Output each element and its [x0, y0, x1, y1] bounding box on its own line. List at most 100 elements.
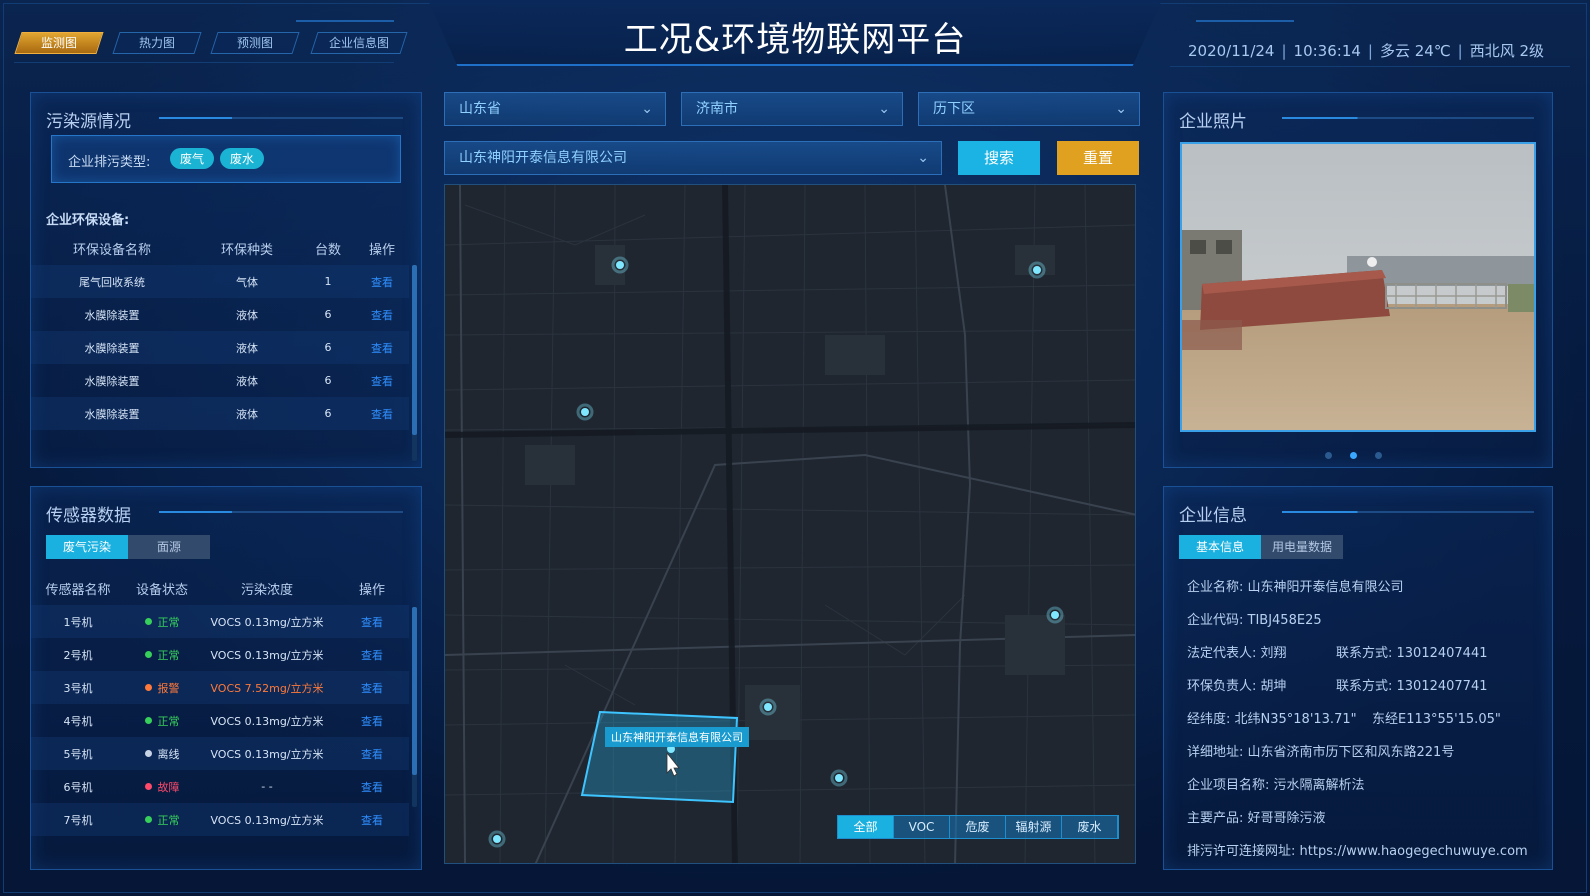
sensor-concentration: VOCS 0.13mg/立方米 — [210, 714, 324, 728]
sensor-table-body: 1号机 正常 VOCS 0.13mg/立方米 查看 2号机 正常 VOCS 0.13mg/立… — [31, 605, 409, 836]
equipment-label: 企业环保设备: — [46, 213, 130, 228]
sensor-status: 正常 — [125, 803, 199, 836]
legal-representative: 法定代表人: 刘翔 — [1187, 646, 1287, 661]
sensor-name: 5号机 — [31, 737, 125, 770]
status-dot-icon — [144, 815, 152, 823]
cell: 水膜除装置 — [84, 308, 140, 322]
map-company-label[interactable]: 山东神阳开泰信息有限公司 — [605, 727, 749, 747]
tab-basic-info[interactable]: 基本信息 — [1179, 535, 1261, 559]
view-link[interactable]: 查看 — [355, 364, 409, 397]
datetime-weather: 2020/11/24 | 10:36:14 | 多云 24℃ | 西北风 2级 — [1188, 42, 1545, 60]
city-select[interactable]: 济南市 ⌄ — [681, 92, 903, 126]
sensor-name: 3号机 — [31, 671, 125, 704]
layer-voc[interactable]: VOC — [894, 816, 950, 838]
carousel-dot-1[interactable] — [1325, 452, 1332, 459]
env-representative: 环保负责人: 胡坤 — [1187, 679, 1287, 694]
layer-wastewater[interactable]: 废水 — [1062, 816, 1118, 838]
time-text: 10:36:14 — [1293, 42, 1361, 60]
map-view[interactable]: 山东神阳开泰信息有限公司 全部 VOC 危废 辐射源 废水 — [444, 184, 1136, 864]
layer-radiation[interactable]: 辐射源 — [1006, 816, 1062, 838]
layer-all[interactable]: 全部 — [838, 816, 894, 838]
status-text: 正常 — [157, 615, 180, 629]
table-row: 2号机 正常 VOCS 0.13mg/立方米 查看 — [31, 638, 409, 671]
company-tabs: 基本信息 用电量数据 — [1179, 535, 1345, 559]
tab-heatmap[interactable]: 热力图 — [112, 32, 202, 54]
latitude: 经纬度: 北纬N35°18'13.71" — [1187, 712, 1357, 727]
tab-monitor[interactable]: 监测图 — [14, 32, 104, 54]
province-select[interactable]: 山东省 ⌄ — [444, 92, 666, 126]
env-contact: 联系方式: 13012407741 — [1336, 679, 1488, 694]
status-dot-icon — [144, 617, 152, 625]
map-roads — [445, 185, 1135, 863]
pollution-type-gas-tag[interactable]: 废气 — [170, 148, 215, 169]
view-link[interactable]: 查看 — [335, 704, 409, 737]
carousel-dot-2[interactable] — [1350, 452, 1357, 459]
tab-area-source[interactable]: 面源 — [128, 535, 210, 559]
reset-button[interactable]: 重置 — [1057, 141, 1139, 175]
tab-company-info[interactable]: 企业信息图 — [310, 32, 408, 54]
project-name: 企业项目名称: 污水隔离解析法 — [1187, 778, 1365, 793]
table-row: 1号机 正常 VOCS 0.13mg/立方米 查看 — [31, 605, 409, 638]
cell: 6 — [324, 308, 332, 321]
title-underline — [159, 117, 403, 119]
cell: 1 — [300, 265, 355, 298]
sensor-title: 传感器数据 — [46, 506, 131, 526]
tab-power-usage[interactable]: 用电量数据 — [1261, 535, 1343, 559]
col-sensor-name: 传感器名称 — [45, 582, 111, 598]
view-link[interactable]: 查看 — [335, 605, 409, 638]
view-link[interactable]: 查看 — [354, 265, 409, 298]
equipment-scrollbar[interactable] — [412, 265, 417, 461]
company-value: 山东神阳开泰信息有限公司 — [459, 150, 627, 166]
table-row: 水膜除装置 液体 6 查看 — [31, 364, 409, 397]
search-button[interactable]: 搜索 — [958, 141, 1040, 175]
chevron-down-icon: ⌄ — [641, 101, 653, 117]
company-boundary[interactable] — [580, 710, 739, 804]
table-row: 6号机 故障 - - 查看 — [31, 770, 409, 803]
photo-title: 企业照片 — [1179, 112, 1247, 132]
sensor-concentration: VOCS 0.13mg/立方米 — [210, 648, 324, 662]
title-underline — [159, 511, 403, 513]
view-link[interactable]: 查看 — [335, 638, 409, 671]
status-dot-icon — [144, 683, 152, 691]
col-sensor-status: 设备状态 — [135, 582, 188, 598]
sensor-panel: 传感器数据 废气污染 面源 传感器名称 设备状态 污染浓度 操作 1号机 正常 VO… — [30, 486, 422, 870]
company-select[interactable]: 山东神阳开泰信息有限公司 ⌄ — [444, 141, 942, 175]
permit-url[interactable]: 排污许可连接网址: https://www.haogegechuwuye.com — [1187, 840, 1528, 859]
view-link[interactable]: 查看 — [354, 331, 409, 364]
pollution-type-water-tag[interactable]: 废水 — [220, 148, 265, 169]
sensor-table-wrap: 传感器名称 设备状态 污染浓度 操作 1号机 正常 VOCS 0.13mg/立方米查… — [31, 571, 409, 836]
col-equipment-name: 环保设备名称 — [72, 242, 151, 258]
view-link[interactable]: 查看 — [335, 770, 409, 803]
table-row: 5号机 离线 VOCS 0.13mg/立方米 查看 — [31, 737, 409, 770]
header-deco-line — [1196, 20, 1294, 22]
col-sensor-conc: 污染浓度 — [240, 582, 293, 598]
view-link[interactable]: 查看 — [335, 671, 409, 704]
tab-exhaust-pollution[interactable]: 废气污染 — [46, 535, 128, 559]
view-link[interactable]: 查看 — [335, 737, 409, 770]
table-row: 7号机 正常 VOCS 0.13mg/立方米 查看 — [31, 803, 409, 836]
sensor-concentration: - - — [261, 780, 273, 793]
sensor-scrollbar[interactable] — [412, 607, 417, 807]
pollution-panel: 污染源情况 企业排污类型: 废气 废水 企业环保设备: 环保设备名称 环保种类 台… — [30, 92, 422, 468]
sensor-concentration: VOCS 0.13mg/立方米 — [199, 605, 335, 638]
pollution-type-box: 企业排污类型: 废气 废水 — [51, 135, 401, 183]
layer-hazardous-waste[interactable]: 危废 — [950, 816, 1006, 838]
district-select[interactable]: 历下区 ⌄ — [918, 92, 1140, 126]
cell: 水膜除装置 — [31, 331, 193, 364]
carousel-dot-3[interactable] — [1375, 452, 1382, 459]
view-link[interactable]: 查看 — [354, 397, 409, 430]
cell: 6 — [324, 374, 332, 387]
table-row: 3号机 报警 VOCS 7.52mg/立方米 查看 — [31, 671, 409, 704]
col-equipment-action: 操作 — [368, 242, 395, 258]
company-photo[interactable] — [1180, 142, 1536, 432]
table-row: 4号机 正常 VOCS 0.13mg/立方米 查看 — [31, 704, 409, 737]
view-link[interactable]: 查看 — [335, 803, 409, 836]
weather-text: 多云 24℃ — [1379, 42, 1451, 60]
equipment-table-wrap: 环保设备名称 环保种类 台数 操作 尾气回收系统 气体 1 查看 水膜除装置 液体 6 查看… — [31, 231, 409, 430]
view-link[interactable]: 查看 — [355, 298, 409, 331]
tab-forecast[interactable]: 预测图 — [210, 32, 300, 54]
sensor-status: 离线 — [125, 737, 199, 770]
sensor-name: 4号机 — [63, 714, 93, 728]
page-title: 工况&环境物联网平台 — [623, 20, 967, 60]
status-text: 正常 — [157, 648, 180, 662]
